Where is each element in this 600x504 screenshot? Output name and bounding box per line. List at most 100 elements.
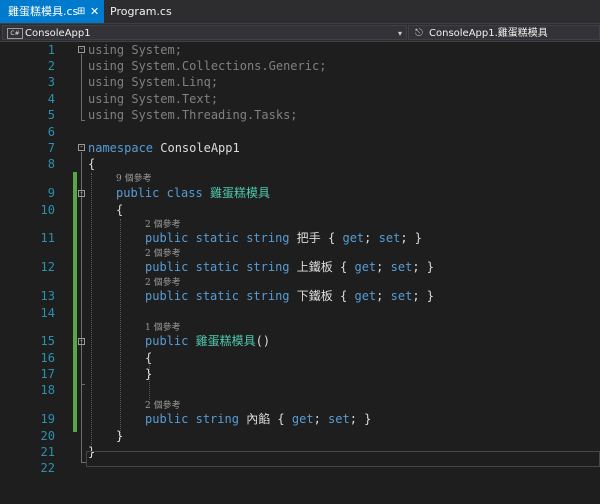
line-number: 14 xyxy=(40,306,55,320)
code-line: using System.Collections.Generic; xyxy=(88,58,326,74)
keyword-class: class xyxy=(166,186,203,200)
pin-icon[interactable]: ⊞ xyxy=(77,0,85,23)
line-number: 1 xyxy=(47,43,55,57)
fold-toggle-icon[interactable]: - xyxy=(78,190,85,197)
line-number: 13 xyxy=(40,289,55,303)
keyword-string: string xyxy=(195,412,239,426)
brace: { xyxy=(145,351,153,365)
keyword-set: set xyxy=(328,412,350,426)
line-number: 4 xyxy=(47,92,55,106)
line-number: 10 xyxy=(40,203,55,217)
keyword-string: string xyxy=(246,260,290,274)
line-number: 17 xyxy=(40,367,55,381)
namespace-name: ConsoleApp1 xyxy=(153,141,240,155)
tab-active-file[interactable]: 雞蛋糕模具.cs ⊞ ✕ xyxy=(0,0,104,23)
document-tab-bar: 雞蛋糕模具.cs ⊞ ✕ Program.cs xyxy=(0,0,600,23)
code-line: public class 雞蛋糕模具 xyxy=(116,185,270,201)
fold-toggle-icon[interactable]: - xyxy=(78,46,85,53)
keyword-using: using xyxy=(88,43,125,57)
accessor-end: ; } xyxy=(412,289,434,303)
accessor-brace: { xyxy=(332,289,355,303)
line-number: 22 xyxy=(40,461,55,475)
type-dropdown[interactable]: ⎋ ConsoleApp1.雞蛋糕模具 xyxy=(408,25,600,40)
outline-guide xyxy=(81,346,82,384)
class-icon: ⎋ xyxy=(415,28,423,39)
keyword-get: get xyxy=(354,289,377,303)
code-line: using System; xyxy=(88,42,182,58)
constructor-name: 雞蛋糕模具 xyxy=(195,334,256,348)
accessor-brace: { xyxy=(270,412,292,426)
codelens-references[interactable]: 9 個參考 xyxy=(116,173,152,185)
accessor-end: ; } xyxy=(412,260,434,274)
outline-guide xyxy=(81,384,85,385)
code-line: public static string 下鐵板 { get; set; } xyxy=(145,288,434,304)
outline-guide xyxy=(81,54,82,120)
property-name: 把手 xyxy=(296,231,321,245)
line-number: 2 xyxy=(47,59,55,73)
line-number: 5 xyxy=(47,108,55,122)
keyword-public: public xyxy=(145,334,189,348)
outline-guide xyxy=(81,152,82,462)
tab-label: 雞蛋糕模具.cs xyxy=(8,5,79,18)
property-name: 上鐵板 xyxy=(296,260,333,274)
line-number: 20 xyxy=(40,429,55,443)
keyword-string: string xyxy=(246,289,290,303)
class-name: 雞蛋糕模具 xyxy=(209,186,270,200)
type-name: ConsoleApp1.雞蛋糕模具 xyxy=(429,28,548,39)
namespace-ref: System.Text; xyxy=(124,92,219,106)
project-dropdown[interactable]: C# ConsoleApp1 ▾ xyxy=(2,25,407,40)
accessor-sep: ; xyxy=(376,289,391,303)
close-icon[interactable]: ✕ xyxy=(90,0,99,23)
line-number: 15 xyxy=(40,334,55,348)
brace: } xyxy=(145,367,153,381)
outline-guide xyxy=(81,120,85,121)
keyword-public: public xyxy=(145,260,189,274)
keyword-public: public xyxy=(145,412,189,426)
keyword-static: static xyxy=(195,231,239,245)
namespace-ref: System.Threading.Tasks; xyxy=(124,108,298,122)
line-number: 11 xyxy=(40,231,55,245)
property-name: 內餡 xyxy=(246,412,271,426)
keyword-public: public xyxy=(145,289,189,303)
brace: } xyxy=(116,429,124,443)
namespace-ref: System.Collections.Generic; xyxy=(124,59,327,73)
keyword-using: using xyxy=(88,108,125,122)
keyword-set: set xyxy=(378,231,401,245)
keyword-namespace: namespace xyxy=(88,141,154,155)
code-line: namespace ConsoleApp1 xyxy=(88,140,240,156)
accessor-end: ; } xyxy=(400,231,422,245)
keyword-static: static xyxy=(195,289,239,303)
keyword-get: get xyxy=(291,412,314,426)
current-line-highlight[interactable] xyxy=(86,451,600,467)
tab-label: Program.cs xyxy=(110,5,172,18)
accessor-sep: ; xyxy=(313,412,329,426)
chevron-down-icon[interactable]: ▾ xyxy=(398,26,402,41)
line-number: 21 xyxy=(40,445,55,459)
keyword-get: get xyxy=(342,231,365,245)
fold-toggle-icon[interactable]: - xyxy=(78,144,85,151)
code-line: } xyxy=(116,428,123,444)
line-number: 9 xyxy=(47,186,55,200)
line-number: 16 xyxy=(40,351,55,365)
brace: { xyxy=(88,157,96,171)
tab-program-file[interactable]: Program.cs xyxy=(104,0,174,23)
code-line: { xyxy=(116,202,123,218)
code-line: using System.Threading.Tasks; xyxy=(88,107,298,123)
line-number: 12 xyxy=(40,260,55,274)
keyword-set: set xyxy=(390,289,413,303)
code-line: public static string 把手 { get; set; } xyxy=(145,230,422,246)
keyword-static: static xyxy=(195,260,239,274)
line-number: 8 xyxy=(47,157,55,171)
accessor-brace: { xyxy=(320,231,343,245)
accessor-end: ; } xyxy=(349,412,372,426)
code-editor[interactable]: 1 2 3 4 5 6 7 8 9 10 11 12 13 14 15 16 1… xyxy=(0,42,600,504)
keyword-string: string xyxy=(246,231,290,245)
code-line: } xyxy=(145,366,152,382)
accessor-brace: { xyxy=(332,260,355,274)
code-line: { xyxy=(145,350,152,366)
keyword-get: get xyxy=(354,260,377,274)
line-number: 6 xyxy=(47,125,55,139)
code-line: public 雞蛋糕模具() xyxy=(145,333,270,349)
fold-toggle-icon[interactable]: - xyxy=(78,338,85,345)
navigation-bar: C# ConsoleApp1 ▾ ⎋ ConsoleApp1.雞蛋糕模具 xyxy=(0,23,600,42)
